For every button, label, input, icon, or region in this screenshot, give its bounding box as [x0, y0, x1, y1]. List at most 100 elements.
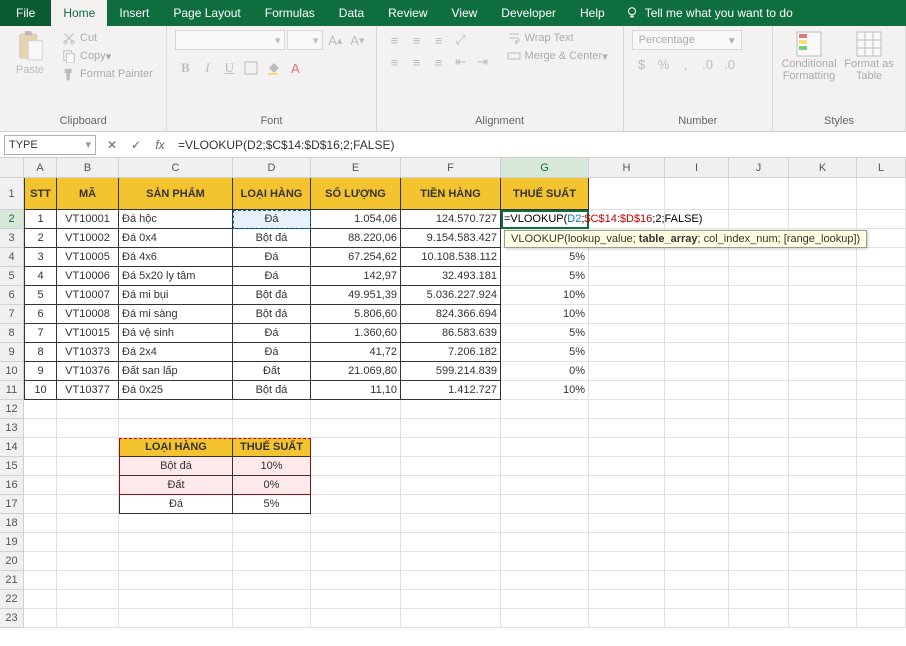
tab-formulas[interactable]: Formulas	[253, 0, 327, 26]
font-size-select[interactable]: ▾	[287, 30, 323, 50]
conditional-formatting-button[interactable]: Conditional Formatting	[781, 30, 837, 113]
table-header[interactable]: SỐ LƯỢNG	[311, 178, 401, 210]
cell[interactable]: Bột đá	[233, 381, 311, 400]
cell[interactable]: 41,72	[311, 343, 401, 362]
col-header[interactable]: H	[589, 158, 665, 178]
cell[interactable]: VT10007	[57, 286, 119, 305]
cell[interactable]	[665, 248, 729, 267]
cell[interactable]	[665, 267, 729, 286]
cell[interactable]	[729, 343, 789, 362]
tab-developer[interactable]: Developer	[489, 0, 568, 26]
row-header[interactable]: 16	[0, 476, 24, 495]
cell[interactable]	[729, 305, 789, 324]
row-header[interactable]: 3	[0, 229, 24, 248]
lookup-cell[interactable]: 10%	[233, 457, 311, 476]
cell[interactable]: 5%	[501, 324, 589, 343]
cell[interactable]: Đá 5x20 ly tâm	[119, 267, 233, 286]
indent-dec-button[interactable]: ⇤	[451, 52, 471, 72]
fill-color-button[interactable]	[263, 58, 283, 78]
paste-button[interactable]: Paste	[8, 30, 52, 113]
row-header[interactable]: 15	[0, 457, 24, 476]
increase-font-button[interactable]: A▴	[325, 30, 345, 50]
lookup-cell[interactable]: Bột đá	[119, 457, 233, 476]
cell[interactable]: 7.206.182	[401, 343, 501, 362]
cell[interactable]	[857, 286, 906, 305]
cell[interactable]: Đá	[233, 210, 311, 229]
cell[interactable]: Bột đá	[233, 229, 311, 248]
table-header[interactable]: SẢN PHẨM	[119, 178, 233, 210]
cell[interactable]: Đá 4x6	[119, 248, 233, 267]
border-button[interactable]	[241, 58, 261, 78]
inc-decimal-button[interactable]: .0	[698, 54, 718, 74]
cell[interactable]	[589, 362, 665, 381]
cell[interactable]	[857, 324, 906, 343]
comma-button[interactable]: ,	[676, 54, 696, 74]
cell[interactable]: 0%	[501, 362, 589, 381]
col-header[interactable]: B	[57, 158, 119, 178]
table-header[interactable]: STT	[24, 178, 57, 210]
cell[interactable]: 32.493.181	[401, 267, 501, 286]
number-format-select[interactable]: Percentage▾	[632, 30, 742, 50]
cell[interactable]: Đất	[233, 362, 311, 381]
cell[interactable]: 124.570.727	[401, 210, 501, 229]
cell[interactable]	[789, 324, 857, 343]
align-top-button[interactable]: ≡	[385, 30, 405, 50]
tell-me-search[interactable]: Tell me what you want to do	[625, 6, 793, 20]
table-header[interactable]: LOẠI HÀNG	[233, 178, 311, 210]
cell[interactable]	[857, 178, 906, 210]
cell[interactable]: 10%	[501, 305, 589, 324]
cell[interactable]	[589, 267, 665, 286]
cell[interactable]: Bột đá	[233, 286, 311, 305]
indent-inc-button[interactable]: ⇥	[473, 52, 493, 72]
cell[interactable]	[665, 178, 729, 210]
cell[interactable]	[789, 362, 857, 381]
cell[interactable]: Đá 0x25	[119, 381, 233, 400]
align-center-button[interactable]: ≡	[407, 52, 427, 72]
row-header[interactable]: 7	[0, 305, 24, 324]
cell[interactable]	[857, 343, 906, 362]
col-header[interactable]: G	[501, 158, 589, 178]
wrap-text-button[interactable]: Wrap Text	[505, 30, 610, 46]
col-header[interactable]: D	[233, 158, 311, 178]
cell[interactable]	[789, 286, 857, 305]
row-header[interactable]: 13	[0, 419, 24, 438]
cell[interactable]: 3	[24, 248, 57, 267]
col-header[interactable]: I	[665, 158, 729, 178]
percent-button[interactable]: %	[654, 54, 674, 74]
align-middle-button[interactable]: ≡	[407, 30, 427, 50]
row-header[interactable]: 6	[0, 286, 24, 305]
cell[interactable]	[729, 286, 789, 305]
cell[interactable]: 10	[24, 381, 57, 400]
cell[interactable]	[857, 362, 906, 381]
align-left-button[interactable]: ≡	[385, 52, 405, 72]
cell[interactable]	[589, 305, 665, 324]
cell[interactable]: 86.583.639	[401, 324, 501, 343]
cell[interactable]	[857, 305, 906, 324]
tab-insert[interactable]: Insert	[107, 0, 161, 26]
fx-button[interactable]: fx	[148, 135, 172, 155]
cell[interactable]	[729, 324, 789, 343]
row-header[interactable]: 4	[0, 248, 24, 267]
cell[interactable]: 2	[24, 229, 57, 248]
font-family-select[interactable]: ▾	[175, 30, 285, 50]
cell[interactable]: Đá vệ sinh	[119, 324, 233, 343]
tab-help[interactable]: Help	[568, 0, 617, 26]
cell[interactable]: Đá	[233, 324, 311, 343]
merge-center-button[interactable]: Merge & Center ▾	[505, 48, 610, 64]
cell[interactable]: 599.214.839	[401, 362, 501, 381]
accept-formula-button[interactable]: ✓	[124, 135, 148, 155]
dec-decimal-button[interactable]: .0	[720, 54, 740, 74]
currency-button[interactable]: $	[632, 54, 652, 74]
col-header[interactable]: J	[729, 158, 789, 178]
tab-file[interactable]: File	[0, 0, 51, 26]
row-header[interactable]: 19	[0, 533, 24, 552]
col-header[interactable]: E	[311, 158, 401, 178]
cell[interactable]: Đá mi bụi	[119, 286, 233, 305]
cell[interactable]: VT10008	[57, 305, 119, 324]
cell[interactable]: 142,97	[311, 267, 401, 286]
row-header[interactable]: 18	[0, 514, 24, 533]
align-right-button[interactable]: ≡	[429, 52, 449, 72]
cell[interactable]: Đá hộc	[119, 210, 233, 229]
format-table-button[interactable]: Format as Table	[841, 30, 897, 113]
format-painter-button[interactable]: Format Painter	[60, 66, 155, 82]
